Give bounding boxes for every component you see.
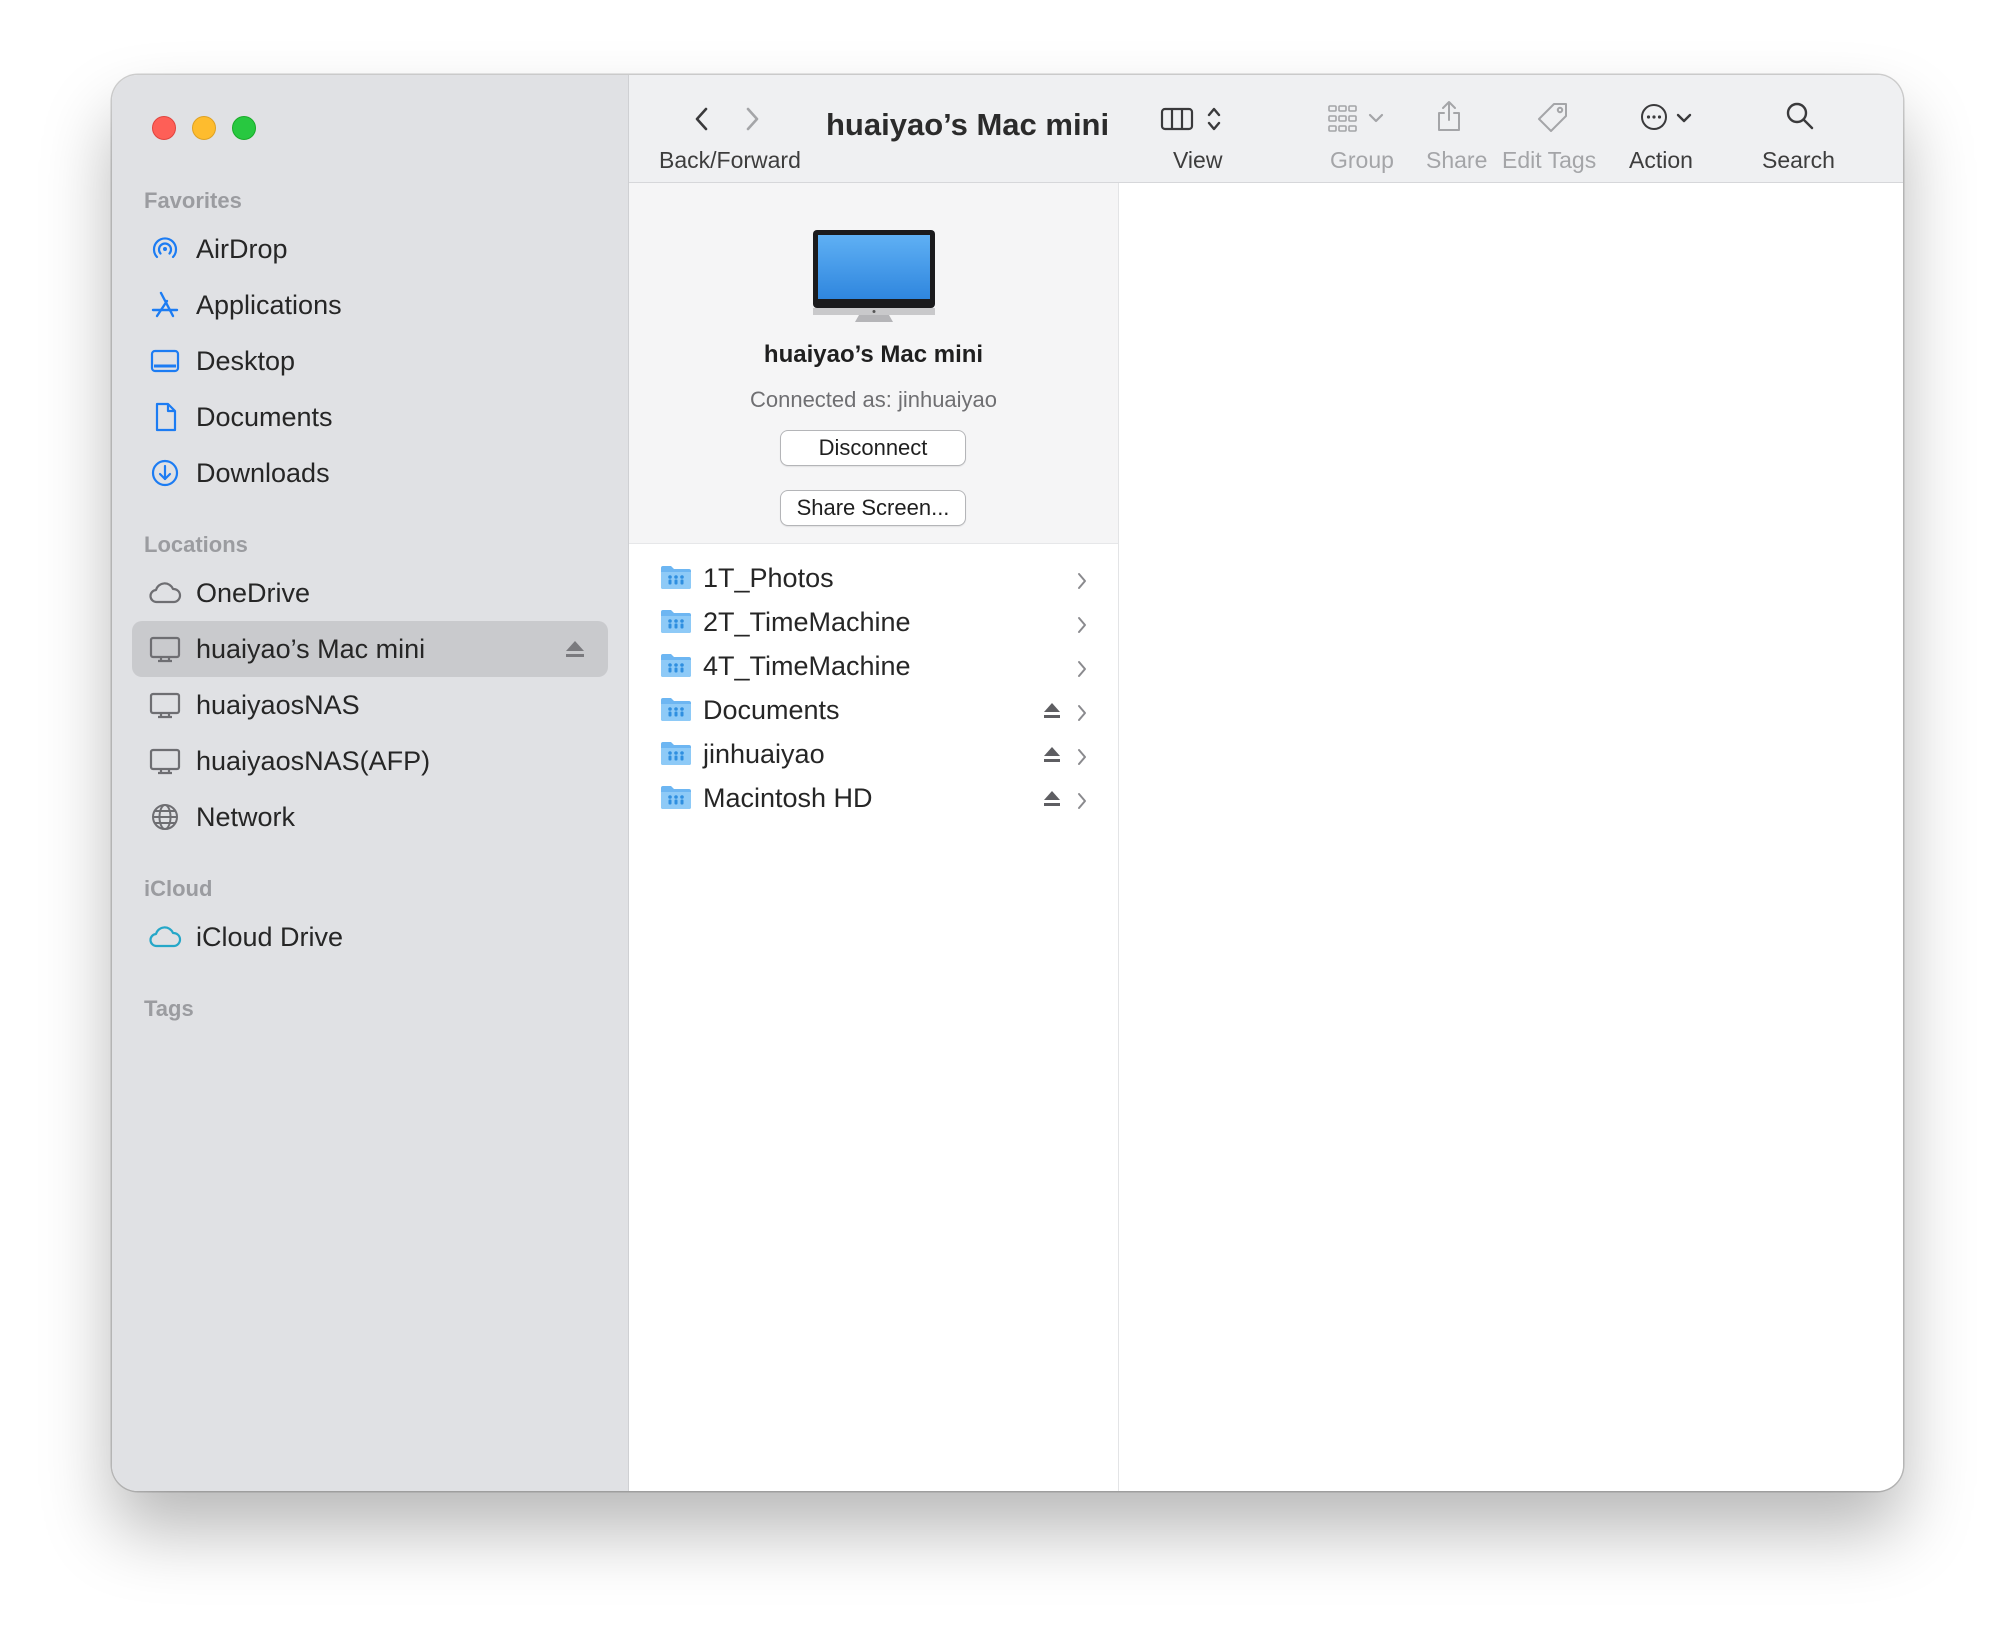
list-item-documents[interactable]: Documents xyxy=(629,687,1118,731)
list-item-2t-timemachine[interactable]: 2T_TimeMachine xyxy=(629,599,1118,643)
back-forward-label: Back/Forward xyxy=(659,147,801,173)
volume-label: 4T_TimeMachine xyxy=(703,651,911,681)
more-icon[interactable] xyxy=(1639,102,1669,137)
icloud-icon xyxy=(148,920,182,954)
airdrop-icon xyxy=(148,232,182,266)
desktop-icon xyxy=(148,344,182,378)
sidebar-item-airdrop[interactable]: AirDrop xyxy=(132,221,608,277)
sidebar-item-label: OneDrive xyxy=(196,577,311,608)
tag-icon[interactable] xyxy=(1537,101,1569,138)
favorites-header: Favorites xyxy=(144,188,242,213)
empty-column xyxy=(1120,183,1903,1491)
search-label: Search xyxy=(1762,147,1835,173)
sidebar-item-label: Documents xyxy=(196,401,333,432)
locations-header: Locations xyxy=(144,532,248,557)
chevron-right-icon xyxy=(1075,743,1089,774)
sidebar-item-label: iCloud Drive xyxy=(196,921,344,952)
sidebar-item-desktop[interactable]: Desktop xyxy=(132,333,608,389)
list-item-4t-timemachine[interactable]: 4T_TimeMachine xyxy=(629,643,1118,687)
volume-label: 2T_TimeMachine xyxy=(703,607,911,637)
sidebar-item-onedrive[interactable]: OneDrive xyxy=(132,565,608,621)
sidebar-item-label: AirDrop xyxy=(196,233,288,264)
chevron-down-icon xyxy=(1675,111,1693,130)
close-button[interactable] xyxy=(152,116,176,140)
shared-folder-icon xyxy=(660,608,692,641)
chevron-updown-icon[interactable] xyxy=(1205,104,1223,139)
view-label: View xyxy=(1173,147,1223,173)
window-controls xyxy=(152,116,256,140)
window-title: huaiyao’s Mac mini xyxy=(826,107,1110,142)
sidebar-item-nas-afp[interactable]: huaiyaosNAS(AFP) xyxy=(132,733,608,789)
sidebar-item-documents[interactable]: Documents xyxy=(132,389,608,445)
globe-icon xyxy=(148,800,182,834)
eject-icon[interactable] xyxy=(1041,786,1063,817)
sidebar-item-label: huaiyaosNAS(AFP) xyxy=(196,745,431,776)
sidebar-item-label: Network xyxy=(196,801,296,832)
computer-icon xyxy=(148,632,182,666)
search-icon[interactable] xyxy=(1785,101,1815,136)
group-label: Group xyxy=(1330,147,1394,173)
sidebar-item-label: huaiyao’s Mac mini xyxy=(196,633,426,664)
sidebar-item-label: Applications xyxy=(196,289,342,320)
eject-icon[interactable] xyxy=(1041,742,1063,773)
shared-folder-icon xyxy=(660,740,692,773)
sidebar: Favorites AirDrop Applications Desktop D… xyxy=(112,75,629,1491)
sidebar-item-icloud-drive[interactable]: iCloud Drive xyxy=(132,909,608,965)
document-icon xyxy=(148,400,182,434)
chevron-down-icon xyxy=(1367,111,1385,130)
column-view-icon[interactable] xyxy=(1160,106,1194,137)
server-preview: huaiyao’s Mac mini Connected as: jinhuai… xyxy=(629,183,1118,544)
share-label: Share xyxy=(1426,147,1488,173)
sidebar-item-nas[interactable]: huaiyaosNAS xyxy=(132,677,608,733)
server-name: huaiyao’s Mac mini xyxy=(763,341,984,368)
edit-tags-label: Edit Tags xyxy=(1502,147,1597,173)
list-item-1t-photos[interactable]: 1T_Photos xyxy=(629,555,1118,599)
sidebar-item-network[interactable]: Network xyxy=(132,789,608,845)
sidebar-item-label: Desktop xyxy=(196,345,296,376)
group-icon[interactable] xyxy=(1327,103,1359,138)
eject-icon[interactable] xyxy=(562,636,588,662)
back-icon[interactable] xyxy=(691,105,713,138)
volume-label: jinhuaiyao xyxy=(703,739,825,769)
chevron-right-icon xyxy=(1075,655,1089,686)
chevron-right-icon xyxy=(1075,611,1089,642)
shared-folder-icon xyxy=(660,784,692,817)
cloud-icon xyxy=(148,576,182,610)
chevron-right-icon xyxy=(1075,699,1089,730)
shared-folder-icon xyxy=(660,652,692,685)
monitor-icon xyxy=(811,228,937,329)
sidebar-item-downloads[interactable]: Downloads xyxy=(132,445,608,501)
disconnect-button[interactable]: Disconnect xyxy=(780,430,966,466)
sidebar-item-label: huaiyaosNAS xyxy=(196,689,360,720)
forward-icon[interactable] xyxy=(741,105,763,138)
icloud-header: iCloud xyxy=(144,876,213,901)
finder-window: Favorites AirDrop Applications Desktop D… xyxy=(112,75,1903,1491)
share-screen-button[interactable]: Share Screen... xyxy=(780,490,966,526)
share-icon[interactable] xyxy=(1435,99,1463,138)
downloads-icon xyxy=(148,456,182,490)
applications-icon xyxy=(148,288,182,322)
chevron-right-icon xyxy=(1075,787,1089,818)
toolbar: Back/Forward huaiyao’s Mac mini View Gro… xyxy=(629,75,1903,183)
eject-icon[interactable] xyxy=(1041,698,1063,729)
computer-icon xyxy=(148,688,182,722)
computer-icon xyxy=(148,744,182,778)
volume-label: 1T_Photos xyxy=(703,563,834,593)
sidebar-item-mac-mini[interactable]: huaiyao’s Mac mini xyxy=(132,621,608,677)
action-label: Action xyxy=(1629,147,1693,173)
volume-label: Documents xyxy=(703,695,840,725)
sidebar-item-label: Downloads xyxy=(196,457,330,488)
list-item-jinhuaiyao[interactable]: jinhuaiyao xyxy=(629,731,1118,775)
zoom-button[interactable] xyxy=(232,116,256,140)
connection-status: Connected as: jinhuaiyao xyxy=(749,387,998,412)
sidebar-item-applications[interactable]: Applications xyxy=(132,277,608,333)
list-item-macintosh-hd[interactable]: Macintosh HD xyxy=(629,775,1118,819)
volume-label: Macintosh HD xyxy=(703,783,873,813)
chevron-right-icon xyxy=(1075,567,1089,598)
browser-column: huaiyao’s Mac mini Connected as: jinhuai… xyxy=(629,183,1119,1491)
shared-folder-icon xyxy=(660,696,692,729)
tags-header: Tags xyxy=(144,996,194,1021)
minimize-button[interactable] xyxy=(192,116,216,140)
shared-folder-icon xyxy=(660,564,692,597)
